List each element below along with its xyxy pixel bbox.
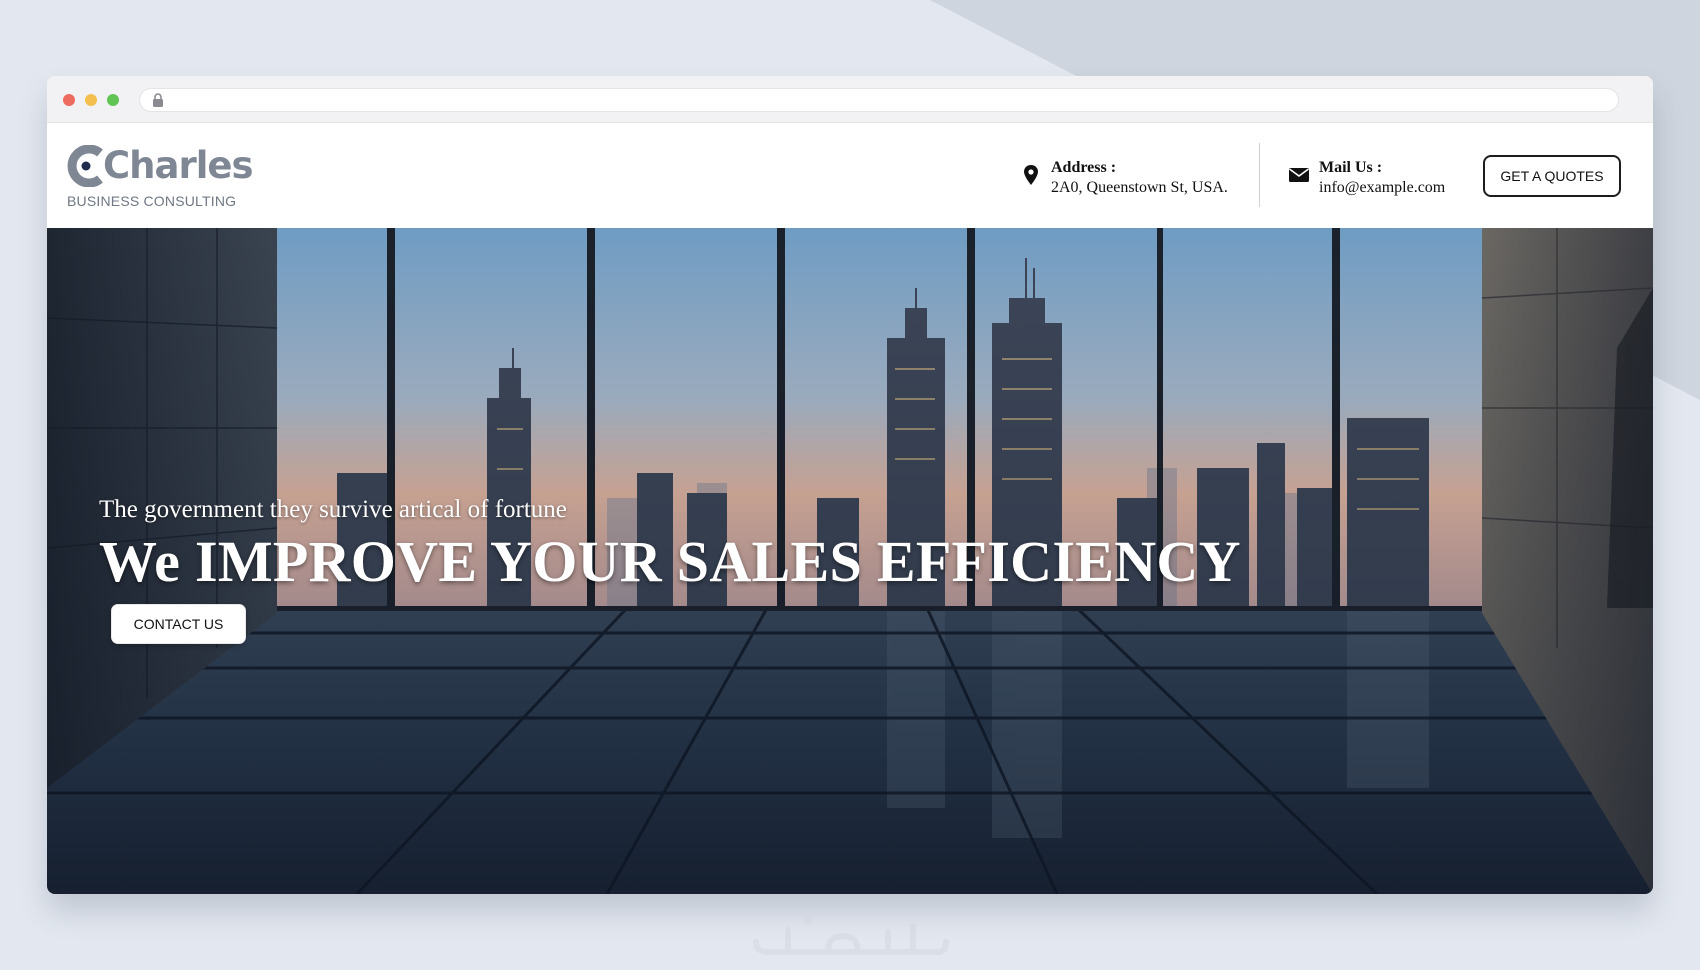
address-value: 2A0, Queenstown St, USA.: [1051, 179, 1228, 196]
logo-name: Charles: [103, 144, 254, 187]
contact-us-button[interactable]: CONTACT US: [111, 604, 246, 644]
minimize-dot[interactable]: [85, 94, 97, 106]
hero-title: We IMPROVE YOUR SALES EFFICIENCY: [99, 529, 1241, 594]
address-bar[interactable]: [139, 88, 1619, 112]
browser-toolbar: [47, 76, 1653, 123]
hero-section: The government they survive artical of f…: [47, 228, 1653, 894]
lock-icon: [153, 93, 163, 107]
hero-subtitle: The government they survive artical of f…: [99, 496, 567, 523]
close-dot[interactable]: [63, 94, 75, 106]
address-block: Address : 2A0, Queenstown St, USA.: [1019, 123, 1289, 228]
envelope-icon: [1289, 168, 1309, 182]
site-header: Charles BUSINESS CONSULTING Address : 2A…: [47, 123, 1653, 228]
logo-tagline: BUSINESS CONSULTING: [67, 193, 237, 209]
zoom-dot[interactable]: [107, 94, 119, 106]
mail-label: Mail Us :: [1319, 159, 1383, 176]
mail-value[interactable]: info@example.com: [1319, 179, 1445, 197]
khamsat-watermark-icon: [753, 916, 949, 955]
browser-window: Charles BUSINESS CONSULTING Address : 2A…: [47, 76, 1653, 894]
get-quotes-button[interactable]: GET A QUOTES: [1483, 155, 1621, 197]
logo-c-mark: [67, 145, 103, 187]
logo[interactable]: Charles BUSINESS CONSULTING: [67, 143, 267, 213]
header-divider: [1259, 143, 1260, 207]
address-label: Address :: [1051, 159, 1117, 176]
map-pin-icon: [1024, 165, 1038, 185]
